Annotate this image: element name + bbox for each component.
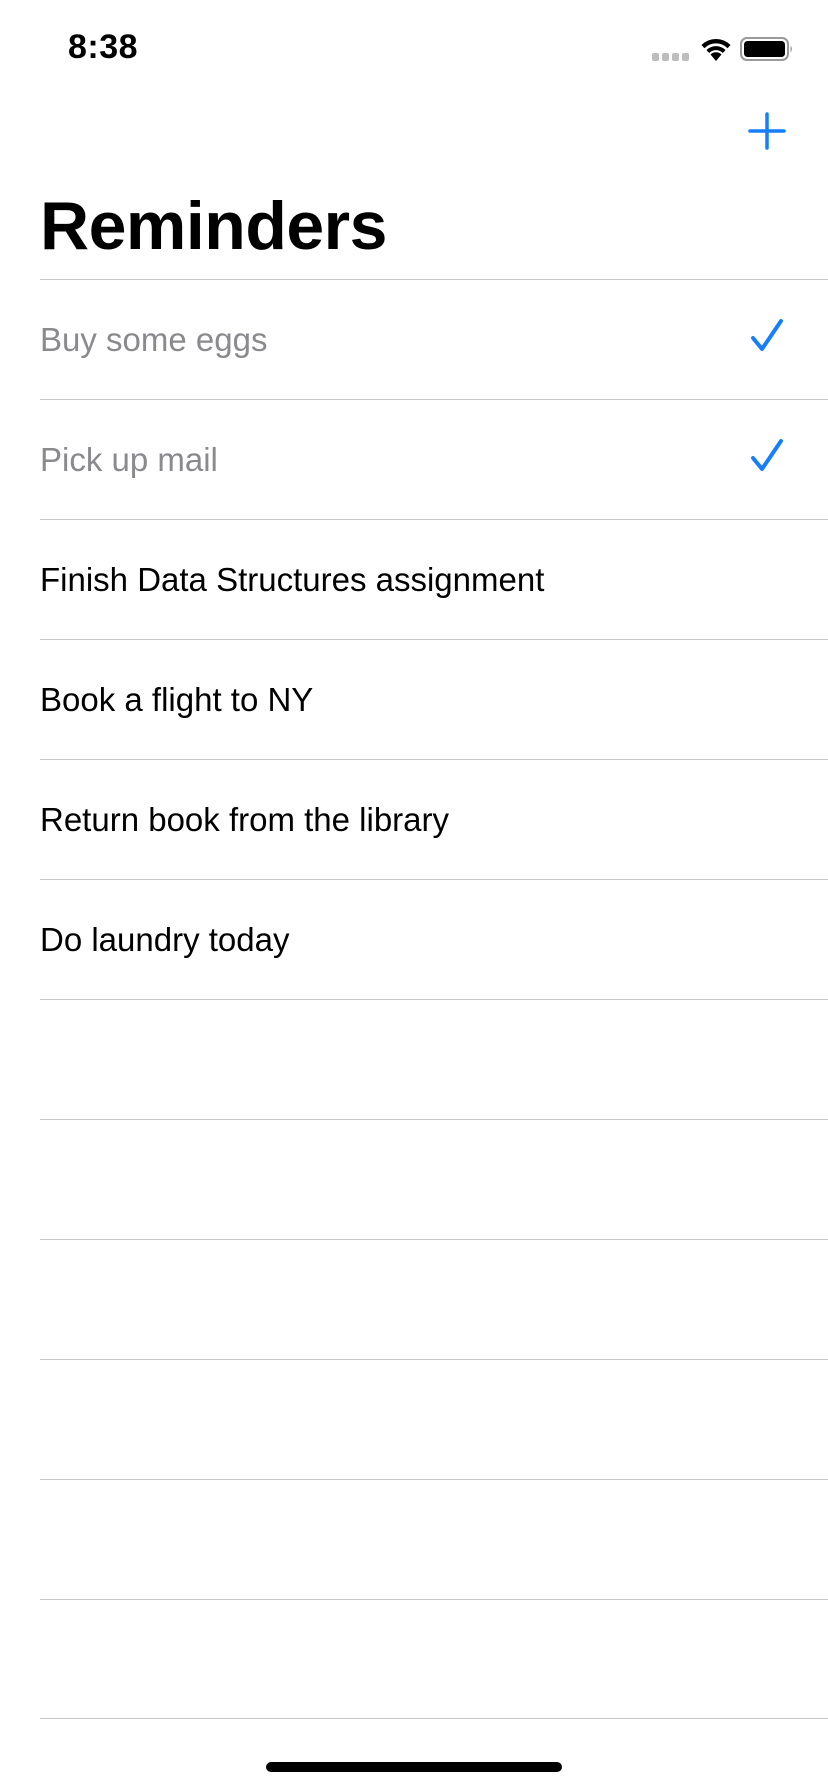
reminder-row[interactable]: Book a flight to NY: [40, 639, 828, 759]
reminder-row[interactable]: Return book from the library: [40, 759, 828, 879]
status-time: 8:38: [68, 28, 139, 66]
reminder-label: Return book from the library: [40, 801, 450, 838]
checkmark-icon: [751, 319, 783, 351]
home-indicator[interactable]: [266, 1762, 562, 1772]
reminder-label: Do laundry today: [40, 921, 290, 958]
empty-row[interactable]: [40, 1359, 828, 1479]
status-bar: 8:38: [0, 0, 828, 100]
reminder-row[interactable]: Pick up mail: [40, 399, 828, 519]
battery-icon: [740, 37, 792, 61]
empty-row[interactable]: [40, 1479, 828, 1599]
reminder-row[interactable]: Buy some eggs: [40, 279, 828, 399]
empty-row[interactable]: [40, 1119, 828, 1239]
plus-icon: [748, 112, 786, 150]
reminders-list: Buy some eggs Pick up mail Finish Data Str…: [0, 279, 828, 1719]
reminder-label: Book a flight to NY: [40, 681, 314, 718]
wifi-icon: [701, 38, 731, 61]
reminder-label: Pick up mail: [40, 441, 218, 478]
empty-row[interactable]: [40, 1599, 828, 1719]
add-reminder-button[interactable]: [742, 106, 792, 156]
empty-row[interactable]: [40, 999, 828, 1119]
reminder-row[interactable]: Do laundry today: [40, 879, 828, 999]
checkmark-icon: [751, 439, 783, 471]
reminder-label: Buy some eggs: [40, 321, 268, 358]
page-title: Reminders: [40, 188, 387, 264]
reminder-row[interactable]: Finish Data Structures assignment: [40, 519, 828, 639]
empty-row[interactable]: [40, 1239, 828, 1359]
cellular-signal-icon: [652, 53, 690, 61]
reminder-label: Finish Data Structures assignment: [40, 561, 545, 598]
